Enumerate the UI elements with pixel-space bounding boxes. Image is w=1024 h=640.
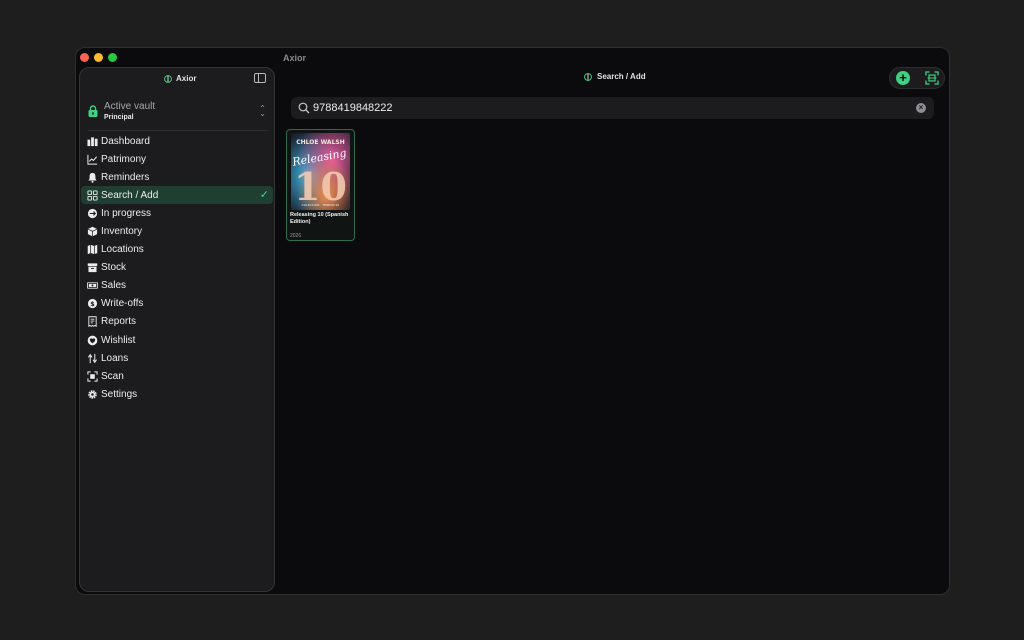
sidebar-item-patrimony[interactable]: Patrimony <box>81 150 273 168</box>
scan-icon <box>86 370 98 382</box>
cover-series: COLECCIÓN · TERROR 95 <box>302 202 340 207</box>
sidebar-item-stock[interactable]: Stock <box>81 259 273 277</box>
page-title: Search / Add <box>584 72 646 81</box>
sidebar-item-label: Stock <box>101 262 127 274</box>
banknote-icon <box>86 280 98 292</box>
app-logo-icon <box>164 74 172 83</box>
sidebar-toggle-icon[interactable] <box>254 73 266 83</box>
sidebar-item-write-offs[interactable]: $ Write-offs <box>81 295 273 313</box>
sidebar-item-label: In progress <box>101 207 152 219</box>
vault-selector[interactable]: Active vault Principal ⌃ ⌄ <box>88 99 270 127</box>
chevron-up-down-icon: ⌃ ⌄ <box>259 104 266 118</box>
book-cover-image: 10 CHLOE WALSH Releasing COLECCIÓN · TER… <box>291 133 350 210</box>
sidebar-item-scan[interactable]: Scan <box>81 367 273 385</box>
clear-search-button[interactable]: × <box>916 103 926 113</box>
sidebar-item-search-add[interactable]: Search / Add ✓ <box>81 186 273 205</box>
sidebar-app-title: Axior <box>164 74 196 83</box>
app-logo-icon <box>584 72 592 81</box>
gear-icon <box>86 388 98 400</box>
coin-icon: $ <box>86 298 98 310</box>
sidebar-item-sales[interactable]: Sales <box>81 277 273 295</box>
search-icon <box>298 102 310 114</box>
result-year: 2026 <box>290 233 302 239</box>
grid-icon <box>86 189 98 201</box>
heart-icon <box>86 334 98 346</box>
vault-name: Principal <box>104 114 134 121</box>
minimize-window-button[interactable] <box>94 53 103 62</box>
title-bar: Axior <box>76 48 949 68</box>
sidebar-item-label: Wishlist <box>101 334 136 346</box>
sidebar-item-label: Write-offs <box>101 298 144 310</box>
close-window-button[interactable] <box>80 53 89 62</box>
add-button[interactable]: + <box>896 71 910 85</box>
sidebar-item-reports[interactable]: Reports <box>81 313 273 331</box>
checkmark-icon: ✓ <box>259 189 269 202</box>
sidebar-item-label: Scan <box>101 370 124 382</box>
cube-icon <box>86 226 98 238</box>
sidebar-item-loans[interactable]: Loans <box>81 349 273 367</box>
sidebar-app-name: Axior <box>176 74 197 83</box>
vault-title: Active vault <box>104 101 156 112</box>
progress-icon <box>86 207 98 219</box>
sidebar-item-in-progress[interactable]: In progress <box>81 204 273 222</box>
sidebar-item-inventory[interactable]: Inventory <box>81 222 273 240</box>
sidebar-item-settings[interactable]: Settings <box>81 385 273 403</box>
sidebar-item-dashboard[interactable]: Dashboard <box>81 132 273 150</box>
sidebar-item-label: Search / Add <box>101 189 159 201</box>
search-bar: × <box>291 97 934 119</box>
sidebar-item-label: Locations <box>101 244 144 256</box>
sidebar-divider <box>88 130 268 131</box>
sidebar-item-label: Settings <box>101 388 138 400</box>
archive-icon <box>86 262 98 274</box>
window-title: Axior <box>283 53 307 63</box>
sidebar-item-label: Reminders <box>101 171 150 183</box>
page-title-text: Search / Add <box>597 72 646 81</box>
sidebar-item-label: Reports <box>101 316 137 328</box>
result-title: Releasing 10 (Spanish Edition) <box>290 212 349 225</box>
result-card[interactable]: 10 CHLOE WALSH Releasing COLECCIÓN · TER… <box>286 129 355 241</box>
cover-author: CHLOE WALSH <box>296 139 344 146</box>
zoom-window-button[interactable] <box>108 53 117 62</box>
sidebar-nav: Dashboard Patrimony Reminders Search / A… <box>80 132 274 403</box>
lock-icon <box>88 105 98 117</box>
swap-icon <box>86 352 98 364</box>
sidebar-item-label: Loans <box>101 352 129 364</box>
svg-text:$: $ <box>90 300 95 308</box>
sidebar-item-label: Dashboard <box>101 135 150 147</box>
sidebar-item-label: Inventory <box>101 226 143 238</box>
app-window: Axior Axior Active vault Principal ⌃ ⌄ D… <box>75 47 950 595</box>
line-chart-icon <box>86 153 98 165</box>
sidebar-item-locations[interactable]: Locations <box>81 241 273 259</box>
bell-icon <box>86 171 98 183</box>
sidebar-item-wishlist[interactable]: Wishlist <box>81 331 273 349</box>
sidebar-header: Axior <box>80 68 274 90</box>
toolbar-actions: + <box>889 67 945 89</box>
sidebar-item-label: Sales <box>101 280 127 292</box>
map-icon <box>86 244 98 256</box>
scan-button[interactable] <box>925 71 939 85</box>
sidebar: Axior Active vault Principal ⌃ ⌄ Dashboar… <box>79 67 275 592</box>
chart-bar-icon <box>86 135 98 147</box>
sidebar-item-reminders[interactable]: Reminders <box>81 168 273 186</box>
receipt-icon <box>86 316 98 328</box>
search-input[interactable] <box>313 100 903 116</box>
sidebar-item-label: Patrimony <box>101 153 147 165</box>
